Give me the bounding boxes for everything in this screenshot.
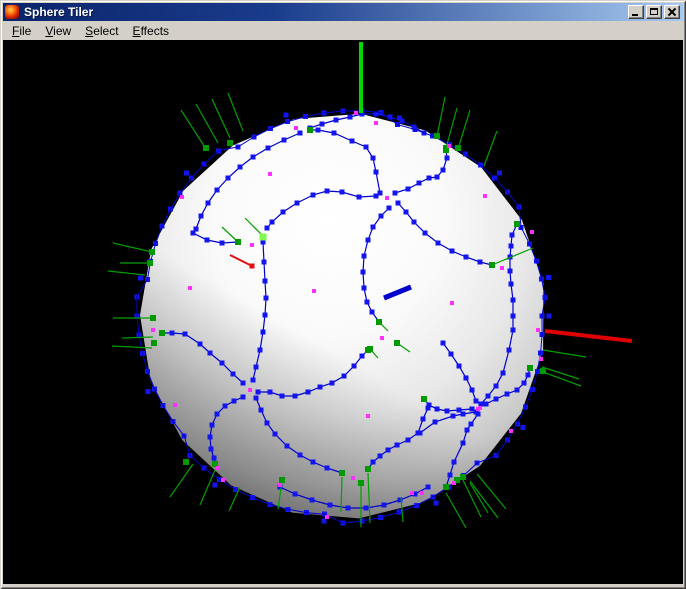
maximize-icon	[650, 8, 658, 15]
window-title: Sphere Tiler	[24, 5, 93, 19]
app-window: Sphere Tiler FileViewSelectEffects	[0, 0, 686, 589]
sphere-scene	[3, 40, 683, 584]
minimize-icon	[632, 14, 638, 16]
menu-item-effects[interactable]: Effects	[126, 22, 176, 40]
sphere	[140, 114, 543, 519]
window-controls	[628, 5, 683, 19]
menu-item-select[interactable]: Select	[78, 22, 125, 40]
close-icon	[667, 7, 677, 17]
minimize-button[interactable]	[628, 5, 644, 19]
axis-x-line	[545, 331, 632, 341]
viewport-3d[interactable]	[3, 40, 683, 584]
menu-item-view[interactable]: View	[38, 22, 78, 40]
maximize-button[interactable]	[646, 5, 662, 19]
close-button[interactable]	[664, 5, 680, 19]
menu-item-file[interactable]: File	[5, 22, 38, 40]
app-icon	[5, 5, 19, 19]
title-bar[interactable]: Sphere Tiler	[3, 3, 683, 21]
menu-bar: FileViewSelectEffects	[3, 21, 683, 40]
